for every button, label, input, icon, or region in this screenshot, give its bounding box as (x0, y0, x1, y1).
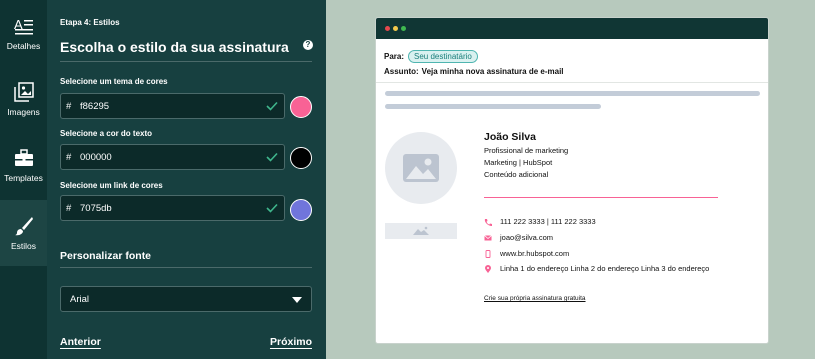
brush-icon (14, 216, 33, 235)
text-color-input[interactable]: # 000000 (60, 144, 285, 170)
briefcase-icon (14, 148, 33, 166)
signature-address: Linha 1 do endereço Linha 2 do endereço … (500, 264, 710, 273)
sidebar-item-estilos[interactable]: Estilos (0, 200, 47, 266)
email-header: Para: Seu destinatário Assunto: Veja min… (376, 39, 768, 78)
text-color-value: 000000 (80, 151, 112, 163)
text-color-label: Selecione a cor do texto (60, 129, 153, 138)
sidebar-item-label: Estilos (10, 240, 37, 251)
style-editor-panel: Etapa 4: Estilos Escolha o estilo da sua… (47, 0, 326, 359)
next-button[interactable]: Próximo (270, 336, 312, 348)
window-titlebar (376, 18, 768, 39)
phone-icon (484, 219, 492, 226)
sidebar-rail: A Detalhes Imagens Templates Estilos (0, 0, 47, 359)
to-label: Para: (384, 51, 405, 61)
signature-title: Profissional de marketing (484, 146, 569, 155)
theme-color-label: Selecione um tema de cores (60, 77, 168, 86)
images-icon (13, 81, 34, 102)
font-select-value: Arial (70, 293, 90, 305)
placeholder-text-bar (385, 91, 760, 96)
sidebar-item-detalhes[interactable]: A Detalhes (0, 0, 47, 66)
hash-prefix: # (66, 202, 72, 214)
signature-name: João Silva (484, 131, 536, 143)
signature-extra: Conteúdo adicional (484, 170, 549, 179)
mobile-icon (485, 250, 491, 258)
check-icon (266, 152, 278, 162)
location-pin-icon (485, 265, 491, 273)
logo-placeholder (385, 223, 457, 239)
link-color-value: 7075db (80, 202, 112, 214)
close-dot-icon (385, 26, 390, 31)
theme-color-swatch[interactable] (290, 96, 312, 118)
theme-color-value: f86295 (80, 100, 110, 112)
divider (376, 82, 768, 83)
image-icon (403, 154, 439, 182)
sidebar-item-label: Detalhes (6, 40, 41, 51)
link-color-swatch[interactable] (290, 199, 312, 221)
signature-preview: Para: Seu destinatário Assunto: Veja min… (375, 17, 769, 344)
page-title: Escolha o estilo da sua assinatura (60, 39, 289, 55)
subject-value: Veja minha nova assinatura de e-mail (421, 66, 564, 76)
signature-email: joao@silva.com (500, 233, 554, 242)
email-icon (484, 235, 492, 241)
step-label: Etapa 4: Estilos (60, 18, 120, 27)
signature-department: Marketing | HubSpot (484, 158, 553, 167)
font-select[interactable]: Arial (60, 286, 312, 312)
check-icon (266, 203, 278, 213)
signature-website: www.br.hubspot.com (500, 249, 570, 258)
maximize-dot-icon (401, 26, 406, 31)
text-color-swatch[interactable] (290, 147, 312, 169)
check-icon (266, 101, 278, 111)
sidebar-item-imagens[interactable]: Imagens (0, 66, 47, 132)
sidebar-item-templates[interactable]: Templates (0, 132, 47, 198)
details-icon: A (14, 17, 33, 34)
theme-color-input[interactable]: # f86295 (60, 93, 285, 119)
minimize-dot-icon (393, 26, 398, 31)
subject-label: Assunto: (384, 66, 419, 76)
sidebar-item-label: Templates (4, 172, 43, 183)
sidebar-item-label: Imagens (7, 106, 40, 117)
signature-divider (484, 197, 718, 198)
image-icon (413, 226, 429, 235)
create-signature-link[interactable]: Crie sua própria assinatura gratuita (484, 295, 586, 302)
previous-button[interactable]: Anterior (60, 336, 101, 348)
signature-phone: 111 222 3333 | 111 222 3333 (500, 217, 596, 226)
recipient-badge: Seu destinatário (408, 49, 478, 63)
link-color-label: Selecione um link de cores (60, 181, 163, 190)
font-section-title: Personalizar fonte (60, 250, 152, 262)
help-icon[interactable]: ? (303, 40, 313, 50)
hash-prefix: # (66, 151, 72, 163)
link-color-input[interactable]: # 7075db (60, 195, 285, 221)
placeholder-text-bar (385, 104, 601, 109)
divider (60, 61, 312, 62)
hash-prefix: # (66, 100, 72, 112)
divider (60, 267, 312, 268)
profile-photo-placeholder (385, 132, 457, 204)
chevron-down-icon (292, 297, 302, 303)
